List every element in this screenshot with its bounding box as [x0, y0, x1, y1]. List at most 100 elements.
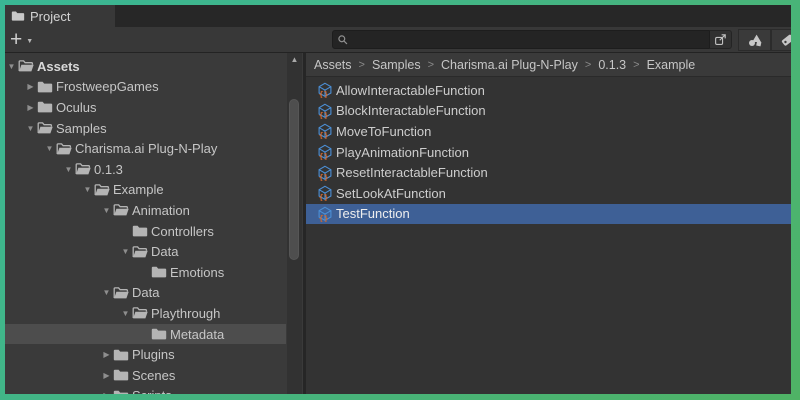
tree-item-assets[interactable]: ▼ Assets [5, 56, 286, 77]
plus-icon: + [10, 30, 22, 50]
svg-text:{}: {} [319, 131, 329, 139]
scriptable-object-icon: {} [317, 206, 333, 222]
tree-item-label: Animation [132, 203, 190, 218]
expand-triangle-icon[interactable]: ▶ [24, 103, 37, 112]
asset-item-label: TestFunction [336, 206, 410, 221]
tree-item-frostweepgames[interactable]: ▶FrostweepGames [5, 77, 286, 98]
folder-closed-icon [113, 348, 129, 362]
tab-project[interactable]: Project [5, 5, 115, 27]
breadcrumb-separator: > [633, 59, 639, 71]
filter-by-type-button[interactable] [738, 29, 771, 51]
folder-open-icon [94, 183, 110, 197]
collapse-triangle-icon[interactable]: ▼ [5, 62, 18, 71]
asset-list-panel: Assets > Samples > Charisma.ai Plug-N-Play >0… [306, 53, 791, 394]
breadcrumb-item-assets[interactable]: Assets [314, 58, 352, 72]
asset-item-testfunction[interactable]: {} TestFunction [306, 204, 791, 225]
svg-text:{}: {} [319, 193, 329, 201]
asset-item-movetofunction[interactable]: {}MoveToFunction [306, 121, 791, 142]
breadcrumb-separator: > [585, 59, 591, 71]
expand-triangle-icon[interactable]: ▶ [24, 82, 37, 91]
expand-triangle-icon[interactable]: ▶ [100, 391, 113, 394]
asset-item-label: BlockInteractableFunction [336, 103, 486, 118]
collapse-triangle-icon[interactable]: ▼ [81, 185, 94, 194]
svg-text:{}: {} [319, 214, 329, 222]
asset-item-label: SetLookAtFunction [336, 186, 446, 201]
tree-item-label: 0.1.3 [94, 162, 123, 177]
scrollbar-thumb[interactable] [289, 99, 299, 260]
expand-triangle-icon[interactable]: ▶ [100, 371, 113, 380]
filter-by-type-icon [747, 32, 763, 48]
asset-item-playanimationfunction[interactable]: {} PlayAnimationFunction [306, 142, 791, 163]
expand-triangle-icon[interactable]: ▶ [100, 350, 113, 359]
tree-item-emotions[interactable]: Emotions [5, 262, 286, 283]
add-button[interactable]: + ▼ [10, 27, 33, 52]
folder-tree: ▼Assets▶FrostweepGames▶Oculus▼Samples▼Ch… [5, 56, 286, 394]
filter-by-label-button[interactable] [771, 29, 791, 51]
collapse-triangle-icon[interactable]: ▼ [43, 144, 56, 153]
open-search-button[interactable] [709, 30, 732, 49]
chevron-down-icon: ▼ [26, 35, 33, 45]
tree-item-data[interactable]: ▼ Data [5, 283, 286, 304]
breadcrumb: Assets > Samples > Charisma.ai Plug-N-Play >0… [306, 53, 791, 77]
folder-closed-icon [113, 368, 129, 382]
asset-item-setlookatfunction[interactable]: {} SetLookAtFunction [306, 183, 791, 204]
collapse-triangle-icon[interactable]: ▼ [119, 309, 132, 318]
breadcrumb-item-example[interactable]: Example [647, 58, 696, 72]
tab-label: Project [30, 9, 70, 24]
asset-item-label: PlayAnimationFunction [336, 145, 469, 160]
scriptable-object-icon: {} [317, 185, 333, 201]
tree-item-scenes[interactable]: ▶Scenes [5, 365, 286, 386]
tree-item-data[interactable]: ▼Data [5, 241, 286, 262]
scriptable-object-icon: {} [317, 144, 333, 160]
tree-item-label: Example [113, 182, 164, 197]
tree-item-label: Playthrough [151, 306, 220, 321]
scriptable-object-icon: {} [317, 165, 333, 181]
collapse-triangle-icon[interactable]: ▼ [119, 247, 132, 256]
folder-closed-icon [37, 100, 53, 114]
search-input[interactable] [349, 33, 705, 47]
tree-scrollbar[interactable]: ▲ [287, 53, 302, 394]
breadcrumb-item-charisma-ai-plug-n-play[interactable]: Charisma.ai Plug-N-Play [441, 58, 578, 72]
folder-open-icon [113, 203, 129, 217]
breadcrumb-item-samples[interactable]: Samples [372, 58, 421, 72]
collapse-triangle-icon[interactable]: ▼ [62, 165, 75, 174]
tree-item-scripts[interactable]: ▶ Scripts [5, 386, 286, 395]
unity-project-window: Project + ▼ [0, 0, 800, 400]
search-field[interactable] [332, 30, 710, 49]
folder-closed-icon [113, 389, 129, 394]
tree-item-oculus[interactable]: ▶ Oculus [5, 97, 286, 118]
tree-item-plugins[interactable]: ▶Plugins [5, 344, 286, 365]
svg-text:{}: {} [319, 173, 329, 181]
folder-closed-icon [132, 224, 148, 238]
tree-item-label: Data [132, 285, 159, 300]
svg-text:{}: {} [319, 152, 329, 160]
tree-item-example[interactable]: ▼ Example [5, 180, 286, 201]
folder-closed-icon [151, 327, 167, 341]
collapse-triangle-icon[interactable]: ▼ [100, 206, 113, 215]
tree-item-metadata[interactable]: Metadata [5, 324, 286, 345]
tree-item-samples[interactable]: ▼ Samples [5, 118, 286, 139]
svg-text:{}: {} [319, 111, 329, 119]
asset-item-resetinteractablefunction[interactable]: {}ResetInteractableFunction [306, 162, 791, 183]
tree-item-animation[interactable]: ▼ Animation [5, 200, 286, 221]
tree-item-label: Oculus [56, 100, 96, 115]
search-icon [337, 34, 349, 46]
scroll-up-icon[interactable]: ▲ [287, 55, 302, 64]
asset-item-blockinteractablefunction[interactable]: {} BlockInteractableFunction [306, 101, 791, 122]
breadcrumb-item-0-1-3[interactable]: 0.1.3 [598, 58, 626, 72]
tree-item-charisma-ai-plug-n-play[interactable]: ▼Charisma.ai Plug-N-Play [5, 138, 286, 159]
collapse-triangle-icon[interactable]: ▼ [24, 124, 37, 133]
folder-open-icon [18, 59, 34, 73]
toolbar: + ▼ [5, 27, 791, 53]
asset-list: {}AllowInteractableFunction {} BlockIntera… [306, 80, 791, 224]
tree-item-label: Samples [56, 121, 107, 136]
panels: ▼Assets▶FrostweepGames▶Oculus▼Samples▼Ch… [5, 53, 791, 394]
tree-item-label: Scripts [132, 388, 172, 394]
asset-item-allowinteractablefunction[interactable]: {}AllowInteractableFunction [306, 80, 791, 101]
tree-item-controllers[interactable]: Controllers [5, 221, 286, 242]
collapse-triangle-icon[interactable]: ▼ [100, 288, 113, 297]
breadcrumb-separator: > [359, 59, 365, 71]
tree-item-playthrough[interactable]: ▼ Playthrough [5, 303, 286, 324]
tree-item-0-1-3[interactable]: ▼ 0.1.3 [5, 159, 286, 180]
tree-item-label: Assets [37, 59, 80, 74]
